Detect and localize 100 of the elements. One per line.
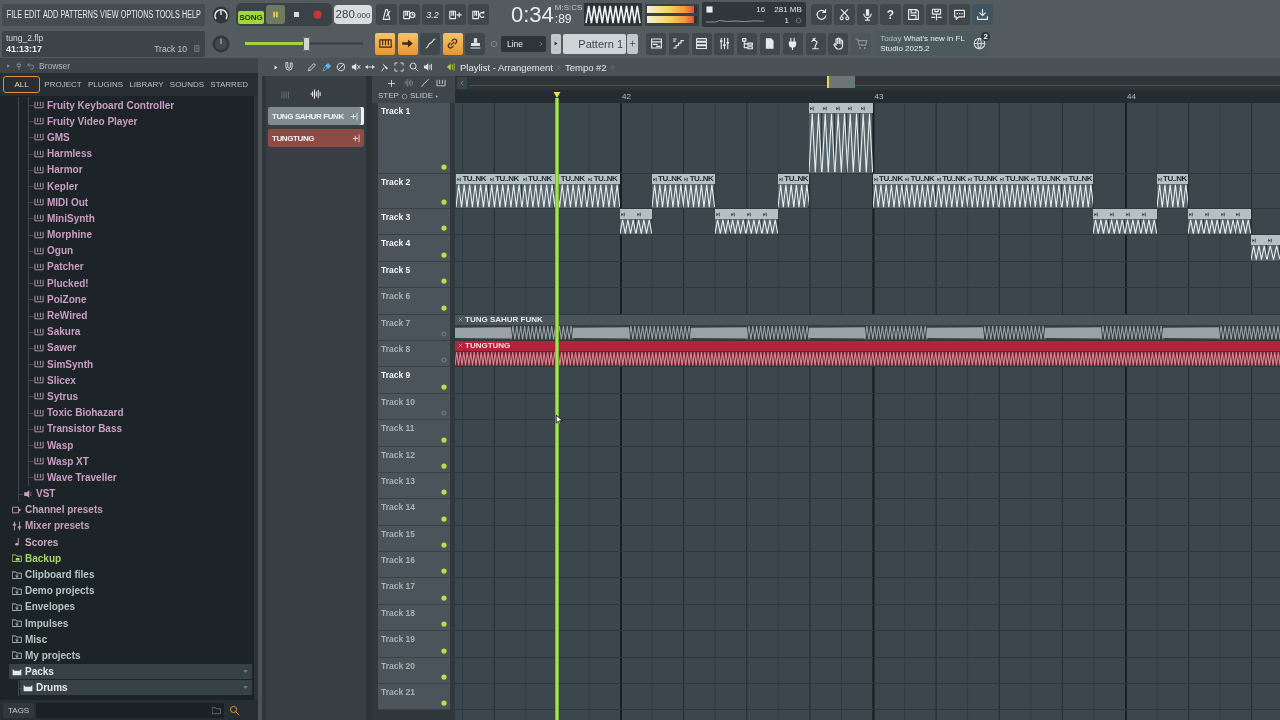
pattern-clip[interactable]: [1251, 235, 1268, 261]
tags-field[interactable]: [36, 702, 225, 718]
menu-item[interactable]: OPTIONS: [119, 4, 155, 25]
view-range-handle[interactable]: [827, 76, 855, 88]
zoom-icon[interactable]: [408, 62, 419, 72]
toolbar-button[interactable]: [646, 32, 666, 55]
pattern-clip[interactable]: TU..NK: [777, 174, 810, 208]
pattern-clip[interactable]: [746, 209, 763, 235]
pattern-clip[interactable]: TU..NK: [1061, 174, 1094, 208]
menu-item[interactable]: ADD: [41, 4, 60, 25]
toolbar-button[interactable]: [714, 32, 735, 55]
menu-item[interactable]: HELP: [180, 4, 203, 25]
tree-item[interactable]: MIDI Out: [31, 194, 92, 210]
arrow-icon[interactable]: [446, 62, 456, 72]
tree-item[interactable]: ReWired: [31, 308, 91, 324]
speaker-icon[interactable]: [423, 62, 433, 72]
browser-tab[interactable]: LIBRARY: [127, 76, 166, 93]
tree-item[interactable]: Kepler: [31, 178, 82, 194]
breadcrumb-item[interactable]: Tempo #2: [564, 61, 607, 73]
browser-tab[interactable]: PROJECT: [42, 76, 84, 93]
tree-item[interactable]: Plucked!: [31, 275, 92, 291]
tree-item[interactable]: Envelopes: [9, 599, 79, 615]
triangle-icon[interactable]: [435, 93, 440, 99]
tree-item[interactable]: Fruity Keyboard Controller: [31, 97, 178, 113]
track-header[interactable]: Track 18: [378, 604, 450, 632]
track-header[interactable]: Track 17: [378, 578, 450, 605]
slide-label[interactable]: SLIDE: [409, 91, 434, 101]
pattern-clip[interactable]: TU..NK: [521, 174, 555, 208]
tree-item[interactable]: Wave Traveller: [31, 469, 120, 485]
led-icon[interactable]: [441, 621, 447, 628]
pattern-clip[interactable]: TU..NK: [683, 174, 715, 208]
toolbar-button[interactable]: [925, 4, 947, 25]
tree-item[interactable]: Misc: [9, 631, 51, 647]
toolbar-button[interactable]: [902, 4, 924, 25]
toggle-button[interactable]: [465, 32, 485, 55]
track-header[interactable]: Track 19: [378, 631, 450, 658]
prohibited-icon[interactable]: [336, 62, 346, 72]
pattern-clip[interactable]: [847, 103, 860, 173]
track-header[interactable]: Track 21: [378, 684, 450, 711]
tree-item[interactable]: Sakura: [31, 324, 84, 340]
toolbar-button[interactable]: [833, 4, 855, 25]
tree-item[interactable]: Wasp: [31, 437, 77, 453]
toolbar-button[interactable]: [468, 4, 489, 25]
led-icon[interactable]: [441, 225, 447, 232]
pattern-item[interactable]: TUNGTUNG: [268, 129, 364, 147]
pattern-clip[interactable]: TU..NK: [998, 174, 1031, 208]
pattern-clip[interactable]: [620, 209, 636, 235]
tree-item[interactable]: My projects: [9, 647, 84, 663]
led-icon[interactable]: [441, 278, 447, 285]
folder-icon[interactable]: [212, 705, 222, 715]
toolbar-button[interactable]: [828, 32, 849, 55]
track-header[interactable]: Track 20: [378, 657, 450, 685]
toggle-button[interactable]: [375, 32, 395, 55]
tree-item[interactable]: Harmless: [31, 146, 96, 162]
menu-item[interactable]: VIEW: [98, 4, 120, 25]
toolbar-button[interactable]: [810, 4, 832, 25]
led-icon[interactable]: [441, 594, 447, 601]
tree-item[interactable]: Demo projects: [9, 583, 98, 599]
add-pattern-button[interactable]: [627, 33, 638, 54]
track-header[interactable]: Track 14: [378, 499, 450, 526]
search-icon[interactable]: [229, 704, 241, 716]
track-header[interactable]: Track 3: [378, 209, 450, 236]
menu-item[interactable]: TOOLS: [154, 4, 181, 25]
led-icon[interactable]: [441, 164, 447, 170]
led-icon[interactable]: [441, 568, 447, 575]
x-mark-icon[interactable]: [458, 317, 463, 323]
audio-clip[interactable]: TUNG SAHUR FUNK: [455, 314, 1280, 340]
pattern-clip[interactable]: [809, 103, 822, 173]
toolbar-button[interactable]: 3.2: [422, 4, 443, 25]
news-link[interactable]: Today What's new in FL Studio 2025.2: [880, 33, 973, 54]
track-header[interactable]: Track 8: [378, 340, 450, 368]
tree-item[interactable]: Impulses: [9, 615, 72, 631]
pattern-clip[interactable]: TU..NK: [488, 174, 522, 208]
toolbar-button[interactable]: [971, 4, 993, 25]
led-icon[interactable]: [441, 700, 447, 707]
pattern-clip[interactable]: [1125, 209, 1141, 235]
toggle-button[interactable]: [420, 32, 440, 55]
tree-item[interactable]: Wasp XT: [31, 453, 92, 469]
knife-icon[interactable]: [379, 62, 390, 72]
toolbar-button[interactable]: [691, 32, 712, 55]
tree-item[interactable]: Ogun: [31, 243, 77, 259]
tree-item[interactable]: Morphine: [31, 227, 95, 243]
led-icon[interactable]: [441, 251, 447, 258]
pattern-selector[interactable]: Pattern 1: [563, 33, 626, 54]
track-header[interactable]: Track 10: [378, 393, 450, 421]
tags-label[interactable]: TAGS: [3, 702, 35, 718]
led-icon[interactable]: [441, 199, 447, 205]
track-header[interactable]: Track 15: [378, 525, 450, 553]
pattern-clip[interactable]: TU..NK: [967, 174, 999, 208]
pattern-clip[interactable]: TU..NK: [872, 174, 905, 208]
menu-arrow-icon[interactable]: [273, 63, 279, 71]
track-header[interactable]: Track 9: [378, 367, 450, 394]
menu-item[interactable]: PATTERNS: [59, 4, 99, 25]
browser-tab[interactable]: ALL: [3, 76, 40, 93]
toolbar-button[interactable]: [856, 4, 878, 25]
tree-item[interactable]: Drums: [20, 680, 252, 696]
tree-item[interactable]: VST: [20, 486, 59, 502]
tempo-display[interactable]: 280.000: [334, 5, 372, 24]
track-header[interactable]: Track 13: [378, 472, 450, 500]
track-header[interactable]: Track 16: [378, 552, 450, 579]
